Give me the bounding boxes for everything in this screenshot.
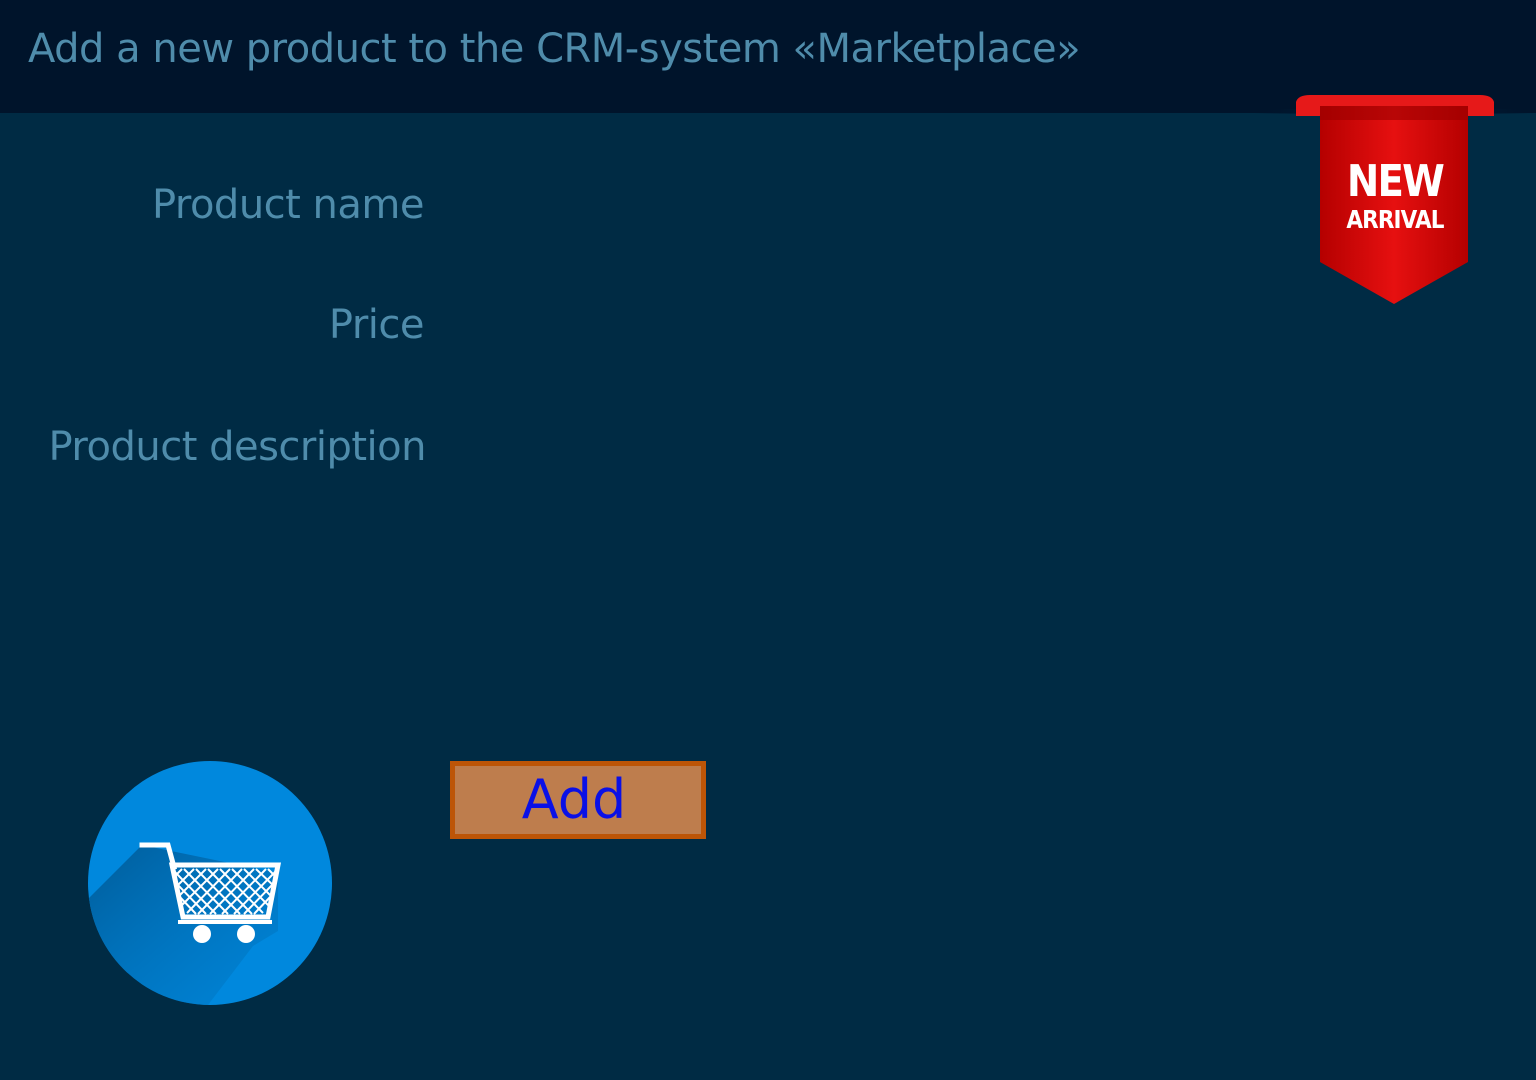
page-title: Add a new product to the CRM-system «Mar… [28,26,1081,72]
price-label: Price [328,302,425,348]
add-button[interactable]: Add [450,761,706,839]
badge-new-text: NEW [1346,156,1445,207]
product-description-label: Product description [48,424,427,470]
badge-arrival-text: ARRIVAL [1346,205,1444,234]
product-name-label: Product name [151,182,425,228]
product-description-input[interactable] [452,426,1492,726]
price-input[interactable] [452,302,1272,356]
shopping-cart-icon [88,761,332,1005]
product-name-input[interactable] [452,182,1272,236]
